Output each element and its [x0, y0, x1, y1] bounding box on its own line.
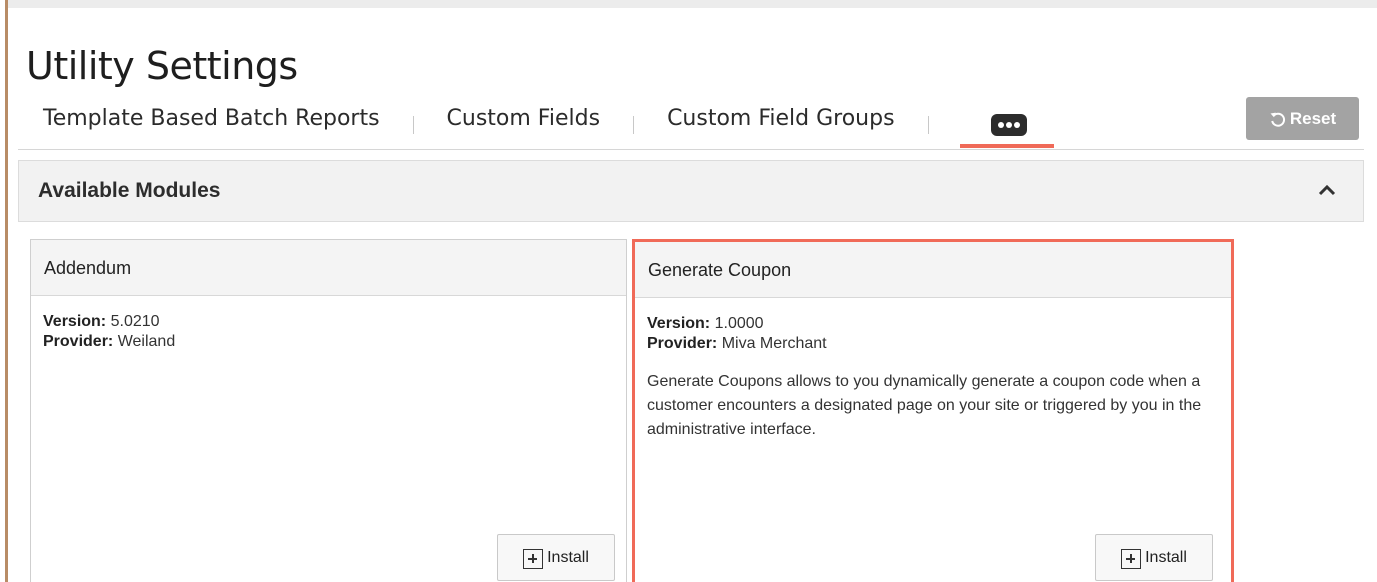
plus-box-icon: [1121, 549, 1142, 569]
section-title: Available Modules: [38, 179, 221, 202]
tab-custom-field-groups[interactable]: Custom Field Groups: [667, 104, 895, 131]
module-description: Generate Coupons allows to you dynamical…: [647, 373, 1202, 438]
install-label: Install: [1145, 548, 1187, 566]
module-version: Version: 5.0210: [43, 313, 160, 330]
install-button[interactable]: Install: [1095, 534, 1213, 581]
ellipsis-icon: [990, 114, 1027, 136]
module-card-addendum: Addendum Version: 5.0210 Provider: Weila…: [30, 239, 627, 582]
active-tab-indicator: [959, 144, 1054, 148]
page-title: Utility Settings: [26, 44, 298, 88]
left-border: [5, 0, 8, 582]
module-provider: Provider: Miva Merchant: [647, 335, 827, 352]
chevron-up-icon[interactable]: [1315, 180, 1339, 200]
module-name: Addendum: [31, 240, 626, 296]
top-strip: [8, 0, 1377, 8]
reset-label: Reset: [1289, 108, 1337, 128]
module-version: Version: 1.0000: [647, 315, 764, 332]
tab-bar: Template Based Batch Reports Custom Fiel…: [43, 104, 1054, 150]
module-details: Version: 1.0000 Provider: Miva Merchant …: [635, 298, 1231, 442]
install-button[interactable]: Install: [497, 534, 615, 581]
module-details: Version: 5.0210 Provider: Weiland: [31, 296, 626, 352]
install-label: Install: [547, 548, 589, 566]
module-name: Generate Coupon: [635, 242, 1231, 298]
reset-button[interactable]: Reset: [1246, 97, 1359, 140]
tab-separator: [633, 116, 635, 134]
tab-custom-fields[interactable]: Custom Fields: [447, 104, 601, 131]
tab-template-based-batch-reports[interactable]: Template Based Batch Reports: [43, 104, 380, 131]
module-card-generate-coupon: Generate Coupon Version: 1.0000 Provider…: [632, 239, 1234, 582]
tab-separator: [927, 116, 929, 134]
module-provider: Provider: Weiland: [43, 333, 176, 350]
tab-more[interactable]: [959, 104, 1054, 150]
tab-separator: [412, 116, 414, 134]
reset-icon: [1270, 112, 1285, 127]
tab-bar-divider: [18, 149, 1364, 150]
available-modules-header: Available Modules: [18, 160, 1364, 222]
plus-box-icon: [523, 549, 544, 569]
